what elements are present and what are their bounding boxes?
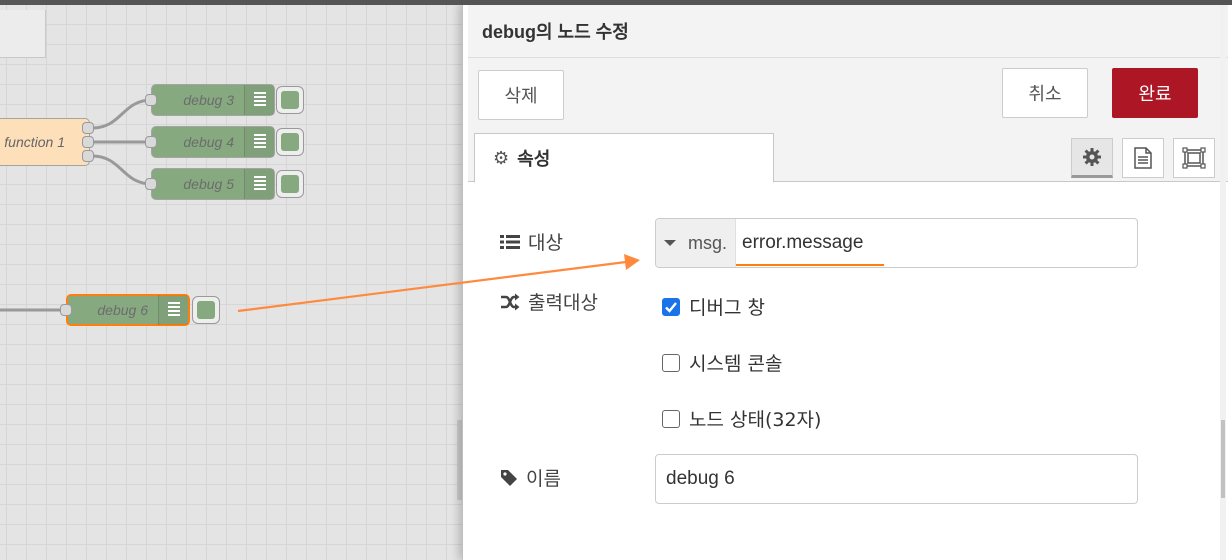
check-icon [665, 301, 677, 313]
function-node-label: function 1 [4, 134, 65, 150]
list-icon [500, 234, 520, 249]
property-type-value: msg. [688, 232, 728, 253]
function-node[interactable]: function 1 [0, 118, 90, 166]
name-input[interactable]: debug 6 [655, 454, 1138, 504]
tab-properties[interactable]: ⚙ 속성 [474, 133, 774, 183]
tab-properties-label: 속성 [517, 149, 551, 170]
gear-icon [1083, 148, 1101, 166]
frame-icon [1182, 147, 1206, 169]
input-port[interactable] [60, 304, 72, 316]
workspace-tab[interactable] [0, 10, 46, 58]
input-port[interactable] [145, 136, 157, 148]
property-label-text: 대상 [528, 232, 563, 254]
tab-appearance[interactable] [1173, 138, 1215, 178]
tray-scrollbar[interactable] [1220, 4, 1226, 560]
debug-toggle-button[interactable] [192, 296, 220, 324]
wire-function-debug5 [91, 154, 153, 186]
output-port-3[interactable] [82, 150, 94, 162]
output-label: 출력대상 [500, 288, 598, 315]
checkbox-checked[interactable] [662, 297, 680, 316]
name-label: 이름 [500, 464, 561, 491]
tab-settings[interactable] [1071, 138, 1113, 178]
name-label-text: 이름 [526, 468, 561, 490]
debug-toggle-button[interactable] [276, 128, 304, 156]
debug-node-3[interactable]: debug 3 [151, 84, 275, 116]
debug-node-label: debug 5 [183, 176, 234, 192]
debug-toggle-button[interactable] [276, 86, 304, 114]
tag-icon [501, 469, 517, 486]
tab-description[interactable] [1122, 138, 1164, 178]
debug-node-label: debug 3 [183, 92, 234, 108]
checkbox-label: 시스템 콘솔 [689, 353, 783, 375]
highlight-underline [736, 264, 884, 266]
input-port[interactable] [145, 94, 157, 106]
tray-title: debug의 노드 수정 [468, 4, 1228, 58]
property-label: 대상 [500, 228, 563, 255]
file-text-icon [1134, 147, 1152, 169]
tray-body: 대상 msg. error.message 출력대상 디버그 창 시스템 콘솔 … [468, 182, 1228, 560]
debug-list-icon [244, 169, 274, 199]
debug-node-4[interactable]: debug 4 [151, 126, 275, 158]
done-button[interactable]: 완료 [1112, 68, 1198, 118]
top-bar [0, 0, 1232, 5]
debug-list-icon [158, 295, 188, 325]
debug-list-icon [244, 127, 274, 157]
scrollbar-thumb[interactable] [1221, 420, 1225, 498]
cancel-button[interactable]: 취소 [1002, 68, 1088, 118]
output-label-text: 출력대상 [528, 292, 598, 314]
debug-toggle-button[interactable] [276, 170, 304, 198]
output-debug-window-checkbox[interactable]: 디버그 창 [662, 293, 765, 320]
debug-node-label: debug 6 [97, 302, 148, 318]
edit-tray: debug의 노드 수정 삭제 취소 완료 ⚙ 속성 대상 msg. error… [462, 4, 1232, 560]
checkbox-unchecked[interactable] [662, 409, 680, 428]
output-port-1[interactable] [82, 122, 94, 134]
property-type-select[interactable]: msg. [656, 219, 736, 267]
tray-tab-bar: ⚙ 속성 [468, 132, 1228, 183]
output-node-status-checkbox[interactable]: 노드 상태(32자) [662, 405, 821, 432]
output-port-2[interactable] [82, 136, 94, 148]
checkbox-label: 노드 상태(32자) [689, 409, 822, 431]
output-system-console-checkbox[interactable]: 시스템 콘솔 [662, 349, 782, 376]
tray-toolbar: 삭제 취소 완료 [468, 58, 1228, 132]
gear-icon: ⚙ [493, 147, 510, 169]
property-typed-input[interactable]: msg. error.message [655, 218, 1138, 268]
flow-canvas[interactable]: function 1 debug 3 debug 4 debug 5 debug… [0, 0, 462, 560]
wire-function-debug3 [91, 98, 153, 130]
checkbox-label: 디버그 창 [689, 297, 765, 319]
caret-down-icon [664, 240, 676, 246]
debug-node-label: debug 4 [183, 134, 234, 150]
debug-node-5[interactable]: debug 5 [151, 168, 275, 200]
input-port[interactable] [145, 178, 157, 190]
random-icon [501, 293, 520, 310]
property-value-input[interactable]: error.message [736, 219, 1137, 267]
delete-button[interactable]: 삭제 [478, 70, 564, 120]
debug-list-icon [244, 85, 274, 115]
checkbox-unchecked[interactable] [662, 353, 680, 372]
debug-node-6[interactable]: debug 6 [66, 294, 190, 326]
